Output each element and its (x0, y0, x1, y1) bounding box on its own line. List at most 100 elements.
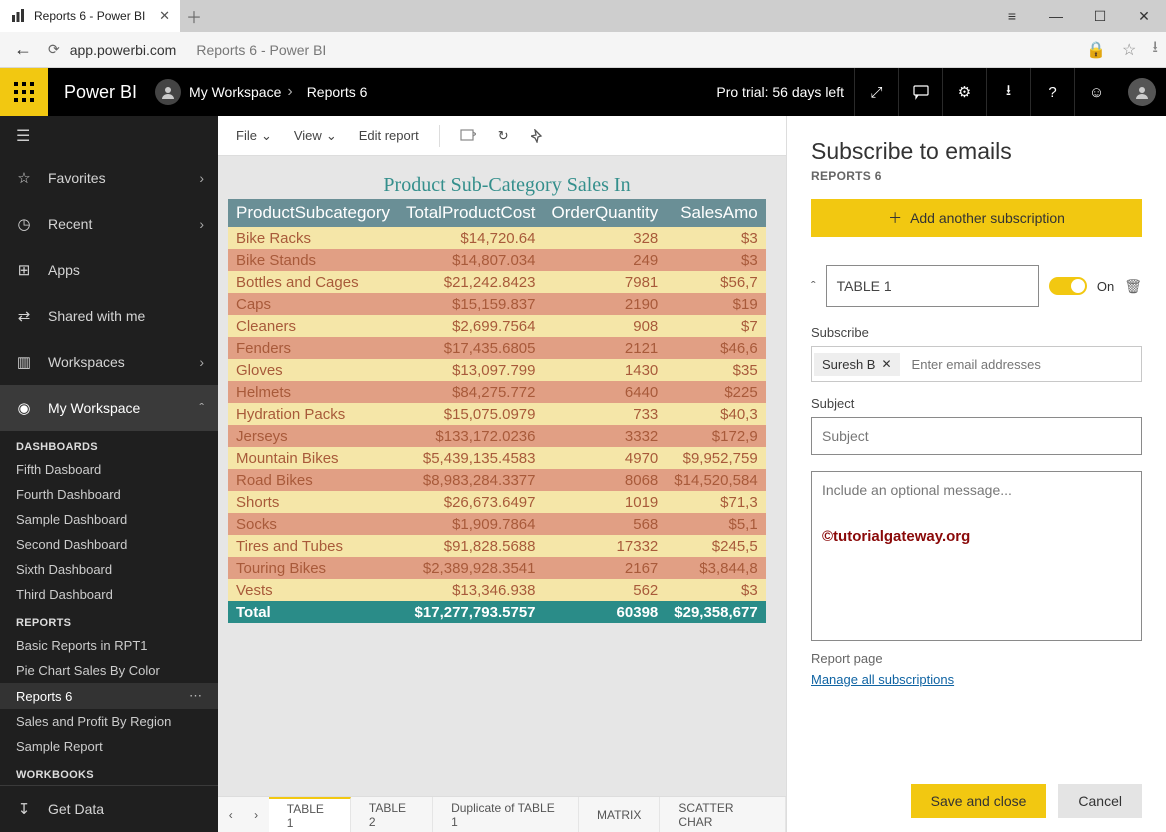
table-total-row: Total$17,277,793.575760398$29,358,677 (228, 601, 766, 623)
breadcrumb-workspace[interactable]: My Workspace (189, 84, 281, 100)
page-tab[interactable]: Duplicate of TABLE 1 (433, 797, 579, 832)
help-icon[interactable]: ? (1030, 68, 1074, 116)
refresh-icon[interactable]: ↻ (490, 124, 517, 148)
panel-title: Subscribe to emails (811, 138, 1142, 165)
column-header: OrderQuantity (544, 199, 667, 227)
subscribe-label: Subscribe (811, 325, 1142, 340)
get-data-icon: ↧ (14, 800, 34, 818)
more-icon[interactable]: ⋯ (189, 688, 202, 704)
column-header: SalesAmo (666, 199, 765, 227)
tab-close-icon[interactable]: ✕ (159, 8, 170, 24)
report-link[interactable]: Basic Reports in RPT1 (0, 633, 218, 658)
sidebar-item-recent[interactable]: ◷Recent› (0, 201, 218, 247)
table-row: Mountain Bikes$5,439,135.45834970$9,952,… (228, 447, 766, 469)
subject-input[interactable]: Subject (811, 417, 1142, 455)
dashboard-link[interactable]: Fifth Dasboard (0, 457, 218, 482)
subscribe-panel: Subscribe to emails REPORTS 6 ＋ Add anot… (786, 116, 1166, 832)
page-tab[interactable]: TABLE 2 (351, 797, 433, 832)
cancel-button[interactable]: Cancel (1058, 784, 1142, 818)
table-row: Hydration Packs$15,075.0979733$40,3 (228, 403, 766, 425)
report-link[interactable]: Sales and Profit By Region (0, 709, 218, 734)
url-host[interactable]: app.powerbi.com (70, 42, 177, 58)
sidebar-item-favorites[interactable]: ☆Favorites› (0, 155, 218, 201)
collapse-icon[interactable]: ˆ (811, 278, 816, 294)
recipients-input[interactable]: Suresh B✕ (811, 346, 1142, 382)
enabled-toggle[interactable] (1049, 277, 1087, 295)
chevron-icon: ˆ (199, 400, 204, 416)
sidebar-item-shared-with-me[interactable]: ⇄Shared with me (0, 293, 218, 339)
visual-title: Product Sub-Category Sales In (228, 174, 786, 197)
minimize-button[interactable]: — (1034, 0, 1078, 32)
panel-subtitle: REPORTS 6 (811, 169, 1142, 183)
data-table: ProductSubcategoryTotalProductCostOrderQ… (228, 199, 766, 623)
sidebar-item-apps[interactable]: ⊞Apps (0, 247, 218, 293)
report-link[interactable]: Sample Report (0, 734, 218, 759)
dashboard-link[interactable]: Fourth Dashboard (0, 482, 218, 507)
page-tab[interactable]: MATRIX (579, 797, 660, 832)
recipient-chip[interactable]: Suresh B✕ (814, 353, 900, 376)
report-link[interactable]: Reports 6⋯ (0, 683, 218, 709)
reports-heading: REPORTS (0, 607, 218, 633)
download-top-icon[interactable]: ⭳ (986, 68, 1030, 116)
sidebar-item-workspaces[interactable]: ▥Workspaces› (0, 339, 218, 385)
close-window-button[interactable]: ✕ (1122, 0, 1166, 32)
share-icon: ⇄ (14, 307, 34, 325)
settings-icon[interactable]: ⚙ (942, 68, 986, 116)
manage-subscriptions-link[interactable]: Manage all subscriptions (811, 672, 1142, 687)
table-row: Bottles and Cages$21,242.84237981$56,7 (228, 271, 766, 293)
table-row: Gloves$13,097.7991430$35 (228, 359, 766, 381)
dashboard-link[interactable]: Second Dashboard (0, 532, 218, 557)
download-icon[interactable]: ⭳ (1152, 36, 1158, 63)
app-launcher-icon[interactable] (0, 68, 48, 116)
table-row: Caps$15,159.8372190$19 (228, 293, 766, 315)
feedback-icon[interactable]: ☺ (1074, 68, 1118, 116)
back-button[interactable]: ← (8, 39, 38, 60)
save-button[interactable]: Save and close (911, 784, 1047, 818)
page-tab[interactable]: TABLE 1 (269, 797, 351, 832)
table-row: Vests$13,346.938562$3 (228, 579, 766, 601)
browser-tab[interactable]: Reports 6 - Power BI ✕ (0, 0, 180, 32)
explore-icon[interactable] (452, 124, 484, 148)
file-menu[interactable]: File ⌄ (228, 124, 280, 148)
user-avatar[interactable] (1118, 68, 1166, 116)
page-tab[interactable]: SCATTER CHAR (660, 797, 786, 832)
hamburger-icon[interactable]: ☰ (0, 116, 218, 155)
table-row: Touring Bikes$2,389,928.35412167$3,844,8 (228, 557, 766, 579)
workspace-avatar-icon[interactable] (155, 79, 181, 105)
table-row: Jerseys$133,172.02363332$172,9 (228, 425, 766, 447)
subscription-name-input[interactable]: TABLE 1 (826, 265, 1039, 307)
report-area: File ⌄ View ⌄ Edit report ↻ Product Sub-… (218, 116, 786, 832)
delete-icon[interactable]: 🗑 (1124, 278, 1142, 295)
tab-next-icon[interactable]: › (243, 808, 268, 822)
report-canvas: Product Sub-Category Sales In ProductSub… (218, 156, 786, 796)
table-row: Bike Racks$14,720.64328$3 (228, 227, 766, 249)
view-menu[interactable]: View ⌄ (286, 124, 345, 148)
sidebar-item-my-workspace[interactable]: ◉My Workspaceˆ (0, 385, 218, 431)
maximize-button[interactable]: ☐ (1078, 0, 1122, 32)
dashboard-link[interactable]: Third Dashboard (0, 582, 218, 607)
browser-menu-icon[interactable]: ≡ (990, 0, 1034, 32)
column-header: TotalProductCost (398, 199, 543, 227)
new-tab-button[interactable]: ＋ (180, 4, 208, 28)
report-link[interactable]: Pie Chart Sales By Color (0, 658, 218, 683)
comments-icon[interactable] (898, 68, 942, 116)
workbooks-heading: WORKBOOKS (0, 759, 218, 785)
bookmark-icon[interactable]: ☆ (1122, 40, 1136, 60)
dashboard-link[interactable]: Sample Dashboard (0, 507, 218, 532)
get-data-button[interactable]: ↧ Get Data (0, 786, 218, 832)
email-input[interactable] (906, 357, 1139, 372)
refresh-button[interactable]: ⟳ (48, 41, 60, 58)
add-subscription-button[interactable]: ＋ Add another subscription (811, 199, 1142, 237)
tab-prev-icon[interactable]: ‹ (218, 808, 243, 822)
fullscreen-icon[interactable]: ⤢ (854, 68, 898, 116)
dashboard-link[interactable]: Sixth Dashboard (0, 557, 218, 582)
browser-tab-strip: Reports 6 - Power BI ✕ ＋ ≡ — ☐ ✕ (0, 0, 1166, 32)
edit-report-button[interactable]: Edit report (351, 124, 427, 147)
breadcrumb-report[interactable]: Reports 6 (307, 84, 368, 100)
table-row: Bike Stands$14,807.034249$3 (228, 249, 766, 271)
table-row: Socks$1,909.7864568$5,1 (228, 513, 766, 535)
pin-icon[interactable] (523, 125, 553, 147)
message-input[interactable]: Include an optional message... ©tutorial… (811, 471, 1142, 641)
page-tabstrip: ‹ › TABLE 1TABLE 2Duplicate of TABLE 1MA… (218, 796, 786, 832)
chip-remove-icon[interactable]: ✕ (881, 357, 891, 371)
